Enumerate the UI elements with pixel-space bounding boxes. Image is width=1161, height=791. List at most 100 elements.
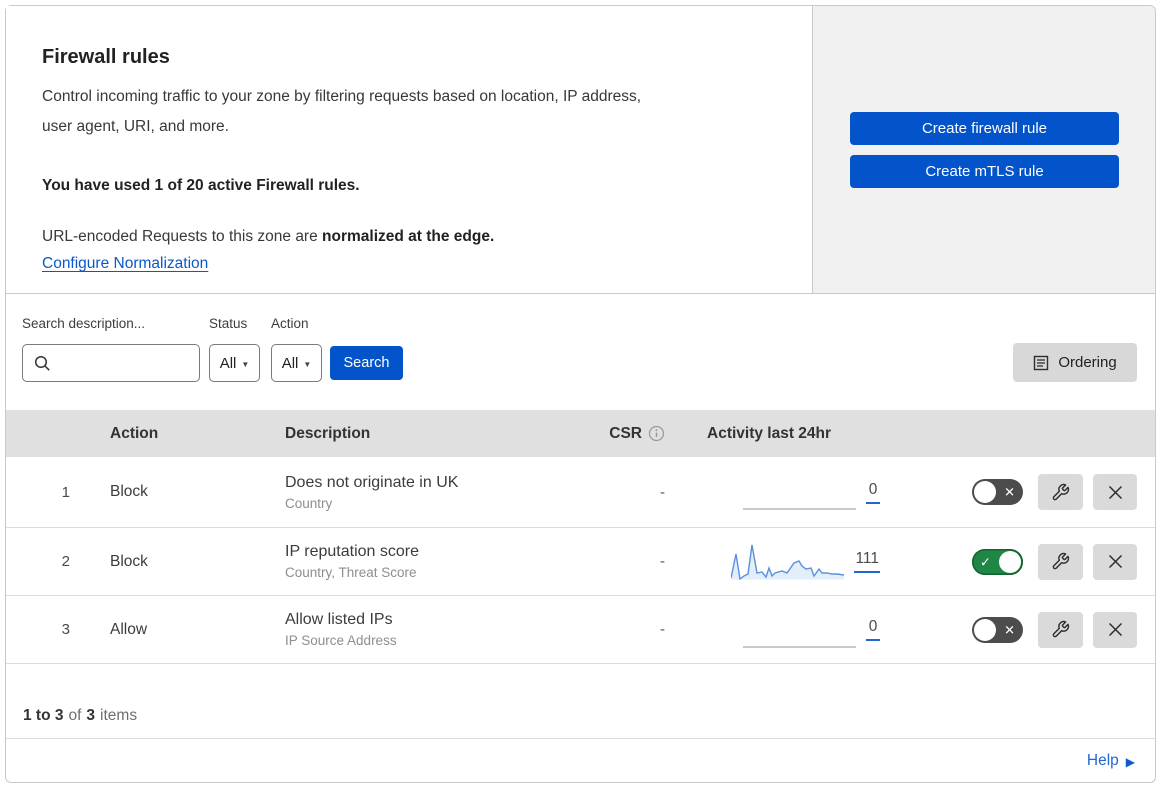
table-row: 2 Block IP reputation score Country, Thr… xyxy=(6,527,1155,595)
create-mtls-rule-button[interactable]: Create mTLS rule xyxy=(850,155,1119,188)
rule-csr-value: - xyxy=(545,621,665,638)
rule-csr-value: - xyxy=(545,553,665,570)
search-input-wrapper xyxy=(22,344,200,382)
configure-normalization-link[interactable]: Configure Normalization xyxy=(42,255,208,273)
search-icon xyxy=(34,355,51,372)
rules-list-card: Search description... Status Action All … xyxy=(5,294,1156,783)
action-dropdown-value: All xyxy=(282,355,299,372)
overview-panel: Firewall rules Control incoming traffic … xyxy=(5,5,1156,294)
items-of: of xyxy=(68,707,81,725)
action-dropdown[interactable]: All ▼ xyxy=(271,344,322,382)
firewall-rules-page: Firewall rules Control incoming traffic … xyxy=(0,0,1161,791)
overview-text-card: Firewall rules Control incoming traffic … xyxy=(6,6,813,293)
activity-sparkline xyxy=(731,544,844,580)
rule-description-cell: Does not originate in UK Country xyxy=(245,474,545,511)
status-dropdown-value: All xyxy=(220,355,237,372)
ordering-list-icon xyxy=(1033,355,1049,371)
activity-count-link[interactable]: 0 xyxy=(866,618,880,641)
activity-count-link[interactable]: 111 xyxy=(854,550,880,573)
rule-toggle-cell: ✓ xyxy=(880,549,1023,575)
rule-priority: 3 xyxy=(6,621,70,638)
rule-priority: 2 xyxy=(6,553,70,570)
activity-flatline xyxy=(743,474,856,510)
items-range: 1 to 3 xyxy=(23,707,63,725)
rule-description: Does not originate in UK xyxy=(285,474,545,492)
rule-criteria: IP Source Address xyxy=(285,633,545,648)
table-header: Action Description CSR Activity last 24h… xyxy=(6,410,1155,457)
ordering-button[interactable]: Ordering xyxy=(1013,343,1137,382)
toggle-knob xyxy=(974,481,996,503)
toggle-state-icon: ✓ xyxy=(980,555,991,568)
search-button[interactable]: Search xyxy=(330,346,403,380)
toggle-knob xyxy=(999,551,1021,573)
items-total: 3 xyxy=(86,707,95,725)
search-input[interactable] xyxy=(59,355,199,372)
help-footer: Help ▶ xyxy=(6,738,1155,783)
rule-action: Block xyxy=(70,483,245,501)
filter-bar: Search description... Status Action All … xyxy=(6,294,1155,410)
rule-description: IP reputation score xyxy=(285,543,545,561)
help-link[interactable]: Help ▶ xyxy=(1087,752,1135,770)
delete-rule-button[interactable] xyxy=(1093,612,1137,648)
pagination-summary: 1 to 3 of 3 items xyxy=(6,663,1155,738)
normalization-bold: normalized at the edge. xyxy=(322,228,494,245)
rule-priority: 1 xyxy=(6,484,70,501)
search-label: Search description... xyxy=(22,316,145,331)
rule-action: Allow xyxy=(70,621,245,639)
rule-enabled-toggle[interactable]: ✓ xyxy=(972,549,1023,575)
rule-edit-cell xyxy=(1023,612,1083,648)
rule-description-cell: IP reputation score Country, Threat Scor… xyxy=(245,543,545,580)
activity-count-link[interactable]: 0 xyxy=(866,481,880,504)
info-icon[interactable] xyxy=(648,425,665,442)
close-icon xyxy=(1107,553,1124,570)
chevron-down-icon: ▼ xyxy=(303,358,311,369)
rule-delete-cell xyxy=(1083,474,1137,510)
header-csr: CSR xyxy=(545,425,665,443)
action-label: Action xyxy=(271,316,309,331)
rule-edit-cell xyxy=(1023,544,1083,580)
rule-csr-value: - xyxy=(545,484,665,501)
rule-criteria: Country xyxy=(285,496,545,511)
table-body: 1 Block Does not originate in UK Country… xyxy=(6,457,1155,663)
activity-flatline xyxy=(743,612,856,648)
intro-description: Control incoming traffic to your zone by… xyxy=(42,82,772,142)
header-action: Action xyxy=(70,425,245,443)
rule-toggle-cell: ✕ xyxy=(880,617,1023,643)
help-link-label: Help xyxy=(1087,752,1119,770)
normalization-prefix: URL-encoded Requests to this zone are xyxy=(42,228,322,245)
edit-rule-button[interactable] xyxy=(1038,612,1083,648)
edit-rule-button[interactable] xyxy=(1038,474,1083,510)
rule-activity-cell: 0 xyxy=(665,612,880,648)
chevron-down-icon: ▼ xyxy=(241,358,249,369)
rule-description: Allow listed IPs xyxy=(285,611,545,629)
header-description: Description xyxy=(245,425,545,443)
actions-panel: Create firewall rule Create mTLS rule xyxy=(813,6,1155,293)
items-word: items xyxy=(100,707,137,725)
table-row: 1 Block Does not originate in UK Country… xyxy=(6,457,1155,527)
status-label: Status xyxy=(209,316,247,331)
toggle-state-icon: ✕ xyxy=(1004,486,1015,499)
delete-rule-button[interactable] xyxy=(1093,544,1137,580)
create-firewall-rule-button[interactable]: Create firewall rule xyxy=(850,112,1119,145)
header-csr-label: CSR xyxy=(609,425,642,443)
close-icon xyxy=(1107,621,1124,638)
rule-criteria: Country, Threat Score xyxy=(285,565,545,580)
rule-toggle-cell: ✕ xyxy=(880,479,1023,505)
table-row: 3 Allow Allow listed IPs IP Source Addre… xyxy=(6,595,1155,663)
rule-enabled-toggle[interactable]: ✕ xyxy=(972,617,1023,643)
toggle-state-icon: ✕ xyxy=(1004,623,1015,636)
delete-rule-button[interactable] xyxy=(1093,474,1137,510)
rule-activity-cell: 111 xyxy=(665,544,880,580)
edit-rule-button[interactable] xyxy=(1038,544,1083,580)
rule-delete-cell xyxy=(1083,612,1137,648)
status-dropdown[interactable]: All ▼ xyxy=(209,344,260,382)
header-activity: Activity last 24hr xyxy=(665,425,880,443)
page-title: Firewall rules xyxy=(42,46,772,69)
rule-description-cell: Allow listed IPs IP Source Address xyxy=(245,611,545,648)
toggle-knob xyxy=(974,619,996,641)
ordering-button-label: Ordering xyxy=(1058,354,1116,371)
rule-edit-cell xyxy=(1023,474,1083,510)
rule-activity-cell: 0 xyxy=(665,474,880,510)
wrench-icon xyxy=(1051,552,1070,571)
rule-enabled-toggle[interactable]: ✕ xyxy=(972,479,1023,505)
